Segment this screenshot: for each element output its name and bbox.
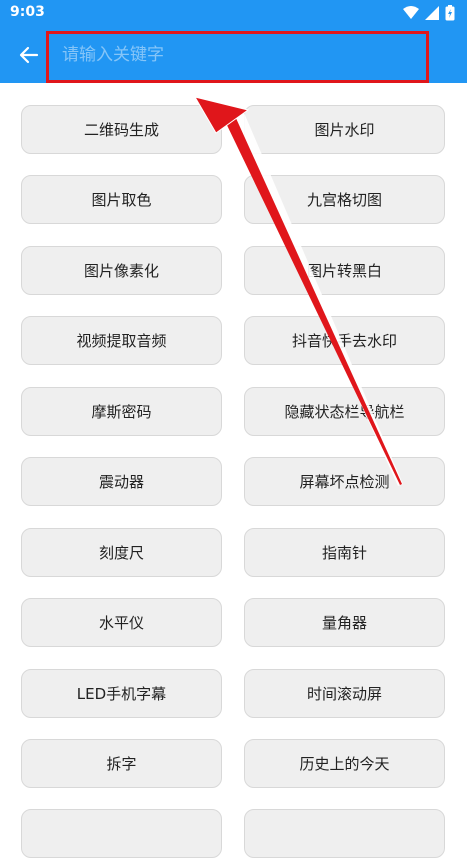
- tool-button[interactable]: 图片水印: [244, 105, 445, 154]
- tool-button[interactable]: 九宫格切图: [244, 175, 445, 224]
- tool-button[interactable]: 二维码生成: [21, 105, 222, 154]
- back-button[interactable]: [14, 40, 44, 70]
- status-bar: 9:03: [0, 0, 467, 26]
- tool-button[interactable]: 震动器: [21, 457, 222, 506]
- tool-button[interactable]: 量角器: [244, 598, 445, 647]
- tool-button[interactable]: LED手机字幕: [21, 669, 222, 718]
- tool-button[interactable]: 水平仪: [21, 598, 222, 647]
- search-input[interactable]: [60, 36, 424, 74]
- status-icons: [403, 5, 455, 21]
- arrow-left-icon: [19, 46, 39, 64]
- tool-button[interactable]: 抖音快手去水印: [244, 316, 445, 365]
- tool-button[interactable]: 图片转黑白: [244, 246, 445, 295]
- tool-button[interactable]: 时间滚动屏: [244, 669, 445, 718]
- battery-icon: [445, 5, 455, 21]
- wifi-icon: [403, 6, 419, 19]
- tool-button[interactable]: 刻度尺: [21, 528, 222, 577]
- tool-button[interactable]: 历史上的今天: [244, 739, 445, 788]
- tool-button[interactable]: 图片像素化: [21, 246, 222, 295]
- app-bar: [0, 26, 467, 83]
- tool-button[interactable]: [244, 809, 445, 858]
- tool-button[interactable]: [21, 809, 222, 858]
- signal-icon: [425, 6, 439, 20]
- status-time: 9:03: [10, 4, 45, 20]
- tool-button[interactable]: 图片取色: [21, 175, 222, 224]
- tool-button[interactable]: 拆字: [21, 739, 222, 788]
- tool-button[interactable]: 屏幕坏点检测: [244, 457, 445, 506]
- tool-button[interactable]: 摩斯密码: [21, 387, 222, 436]
- tool-button[interactable]: 指南针: [244, 528, 445, 577]
- tool-button[interactable]: 视频提取音频: [21, 316, 222, 365]
- tool-button[interactable]: 隐藏状态栏导航栏: [244, 387, 445, 436]
